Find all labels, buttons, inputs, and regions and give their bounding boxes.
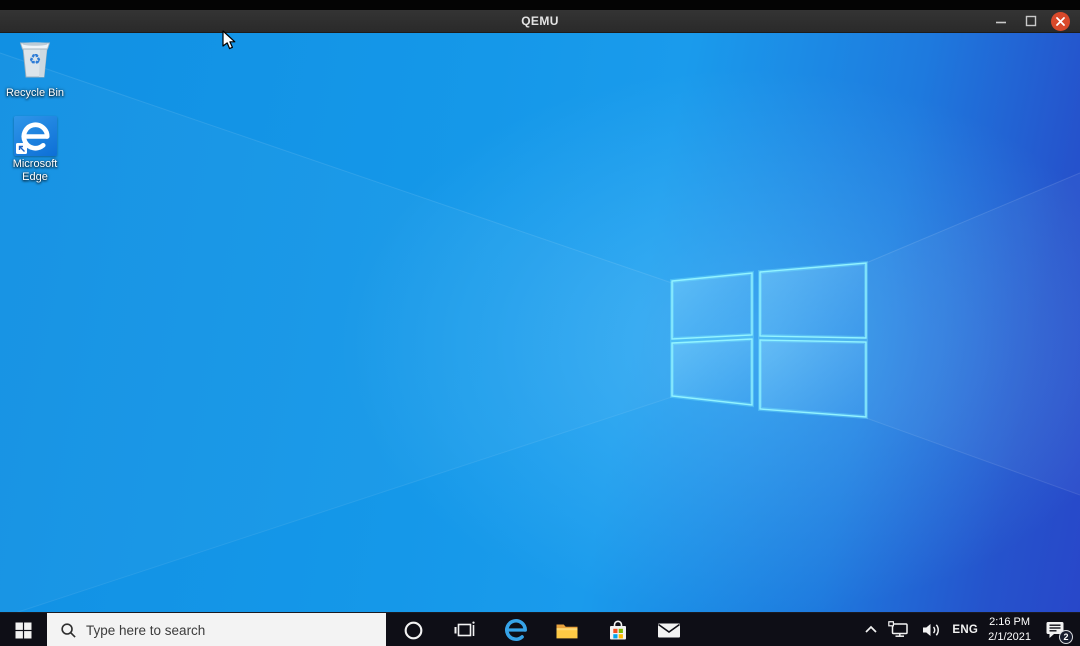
- taskbar: ENG 2:16 PM 2/1/2021 2: [0, 612, 1080, 646]
- clock[interactable]: 2:16 PM 2/1/2021: [983, 613, 1036, 646]
- file-explorer-button[interactable]: [541, 613, 592, 646]
- maximize-icon: [1025, 15, 1036, 27]
- desktop-icon-microsoft-edge[interactable]: Microsoft Edge: [1, 116, 69, 183]
- shortcut-arrow-icon: [15, 143, 27, 154]
- edge-tile: [13, 116, 57, 156]
- edge-e-icon: [504, 619, 527, 641]
- volume-button[interactable]: [916, 613, 947, 646]
- notification-count-badge: 2: [1059, 629, 1073, 644]
- action-center-button[interactable]: 2: [1036, 613, 1074, 646]
- recycle-bin-icon: ♻: [19, 42, 51, 78]
- speaker-icon: [923, 623, 940, 636]
- window-title: QEMU: [521, 14, 559, 28]
- desktop-icon-label: Recycle Bin: [5, 87, 65, 99]
- cortana-circle-icon: [404, 621, 423, 639]
- tray-date: 2/1/2021: [988, 630, 1031, 643]
- search-icon: [61, 622, 76, 638]
- tray-chevron-button[interactable]: [859, 613, 883, 646]
- minimize-icon: [995, 21, 1006, 24]
- ethernet-network-icon: [888, 621, 909, 637]
- tray-time: 2:16 PM: [989, 616, 1031, 629]
- chevron-up-icon: [865, 625, 877, 633]
- close-button[interactable]: [1051, 11, 1070, 31]
- close-icon: [1056, 16, 1065, 26]
- maximize-button[interactable]: [1021, 12, 1040, 31]
- minimize-button[interactable]: [991, 12, 1010, 31]
- envelope-icon: [657, 623, 680, 637]
- windows-logo-wallpaper: [0, 52, 1080, 612]
- network-button[interactable]: [883, 613, 916, 646]
- search-input[interactable]: [86, 613, 386, 646]
- cortana-button[interactable]: [388, 613, 439, 646]
- taskbar-search[interactable]: [47, 613, 386, 646]
- desktop-icon-recycle-bin[interactable]: ♻ Recycle Bin: [1, 36, 69, 100]
- system-tray: ENG 2:16 PM 2/1/2021 2: [859, 613, 1080, 646]
- windows-start-icon: [15, 622, 32, 638]
- folder-icon: [556, 624, 577, 638]
- taskbar-apps: [388, 613, 694, 646]
- window-controls: [991, 10, 1070, 32]
- task-view-icon: [454, 621, 475, 637]
- task-view-button[interactable]: [439, 613, 490, 646]
- mail-button[interactable]: [643, 613, 694, 646]
- language-indicator[interactable]: ENG: [947, 613, 983, 646]
- desktop[interactable]: ♻ Recycle Bin Microsoft Edge: [0, 33, 1080, 612]
- store-button[interactable]: [592, 613, 643, 646]
- start-button[interactable]: [0, 613, 47, 646]
- desktop-icon-label: Microsoft Edge: [12, 158, 58, 183]
- qemu-window: QEMU ♻ Recycle Bin Microsoft Edge Type h…: [0, 0, 1080, 646]
- svg-text:♻: ♻: [29, 51, 42, 67]
- edge-taskbar-button[interactable]: [490, 613, 541, 646]
- window-top-strip: [0, 0, 1080, 10]
- titlebar[interactable]: QEMU: [0, 10, 1080, 33]
- store-bag-icon: [609, 620, 626, 639]
